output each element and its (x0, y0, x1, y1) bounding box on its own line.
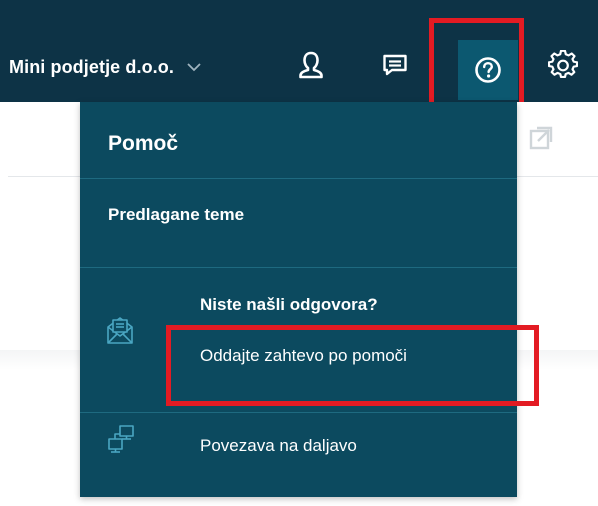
user-icon (299, 51, 323, 79)
messages-button[interactable] (375, 42, 415, 88)
no-answer-heading: Niste našli odgovora? (200, 295, 378, 314)
help-icon (475, 57, 501, 83)
popout-icon[interactable] (528, 125, 554, 151)
top-bar: Mini podjetje d.o.o. (0, 0, 598, 102)
submit-request-link[interactable]: Oddajte zahtevo po pomoči (200, 346, 407, 366)
chevron-down-icon (187, 63, 201, 72)
remote-connection-link[interactable]: Povezava na daljavo (200, 436, 357, 456)
menu-title: Pomoč (108, 132, 179, 155)
help-dropdown-menu: Pomoč Predlagane teme Niste našli odgovo… (80, 102, 517, 497)
remote-connection-icon (108, 425, 134, 453)
settings-icon (548, 50, 578, 79)
divider (80, 178, 517, 179)
divider (80, 412, 517, 413)
settings-button[interactable] (543, 42, 583, 88)
company-selector[interactable]: Mini podjetje d.o.o. (9, 52, 202, 82)
divider (80, 267, 517, 268)
messages-icon (383, 54, 407, 76)
user-button[interactable] (291, 42, 331, 88)
help-button[interactable] (458, 40, 518, 100)
envelope-icon (107, 317, 133, 344)
suggested-topics-link[interactable]: Predlagane teme (108, 205, 244, 225)
company-name: Mini podjetje d.o.o. (9, 56, 174, 77)
